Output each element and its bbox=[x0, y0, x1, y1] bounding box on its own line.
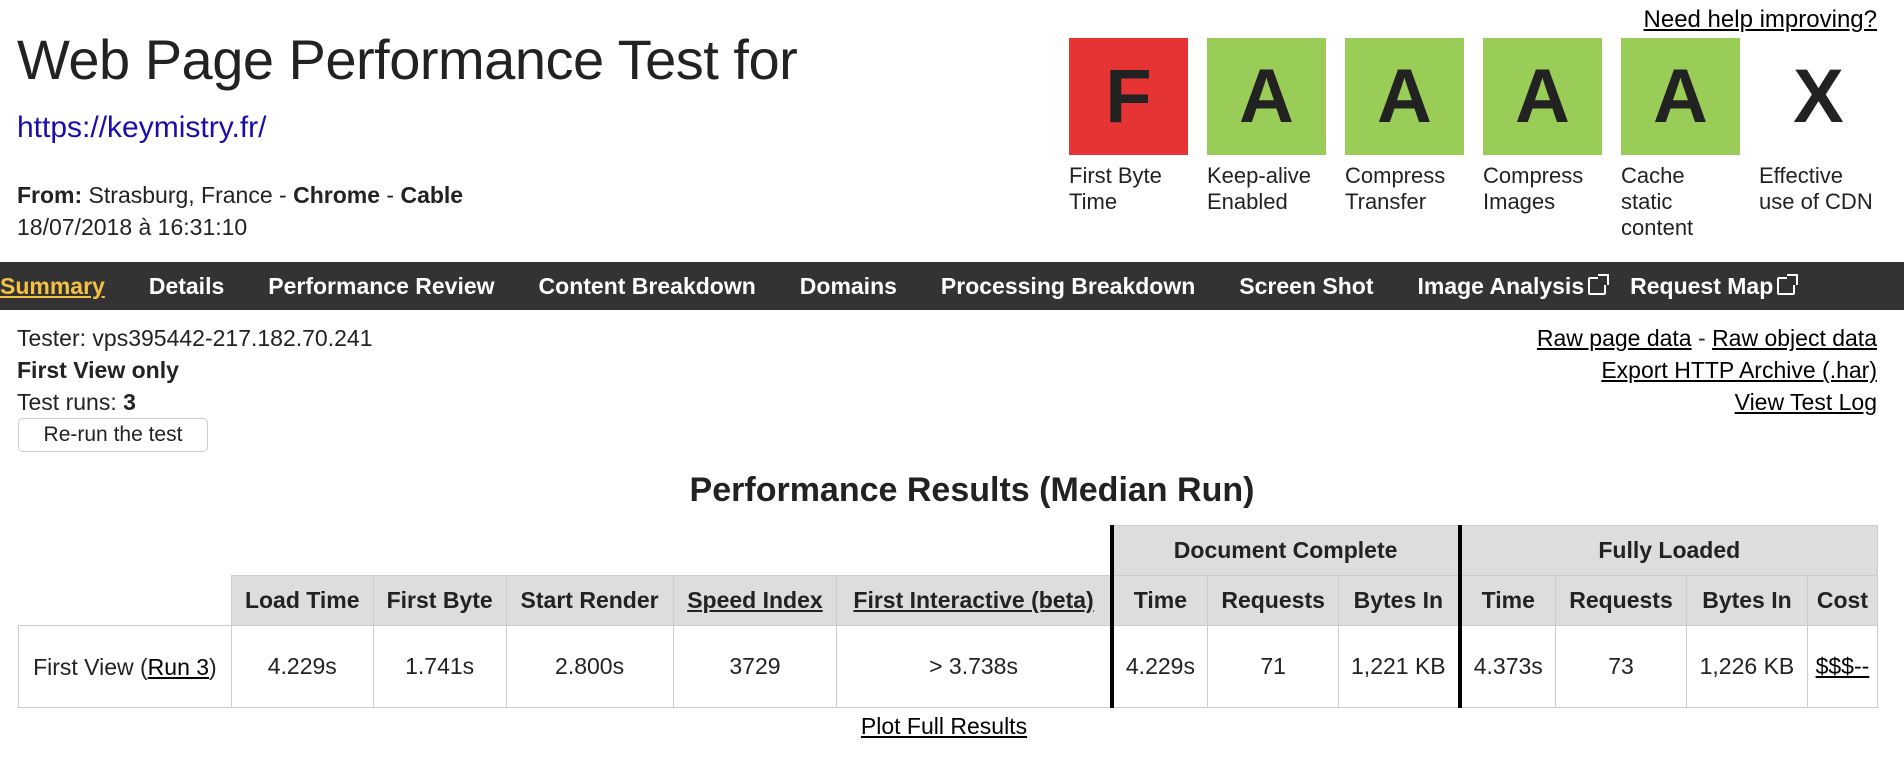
grade-label: Cache static content bbox=[1621, 163, 1694, 240]
row-label: First View (Run 3) bbox=[18, 625, 232, 708]
grade-label: First Byte Time bbox=[1069, 163, 1162, 214]
test-runs: Test runs: 3 bbox=[17, 386, 373, 418]
grade-compress-transfer[interactable]: A Compress Transfer bbox=[1345, 38, 1464, 215]
cell-dc-requests: 71 bbox=[1207, 625, 1340, 708]
grade-box: A bbox=[1207, 38, 1326, 155]
raw-data-links: Raw page data - Raw object data bbox=[1537, 322, 1877, 354]
test-date: 18/07/2018 à 16:31:10 bbox=[17, 214, 248, 240]
col-dc-requests: Requests bbox=[1207, 575, 1340, 626]
link-separator: - bbox=[1691, 325, 1713, 351]
grade-label: Keep-alive Enabled bbox=[1207, 163, 1311, 214]
tab-processing-breakdown[interactable]: Processing Breakdown bbox=[941, 273, 1195, 300]
tab-image-analysis[interactable]: Image Analysis bbox=[1417, 272, 1610, 300]
tester-info: Tester: vps395442-217.182.70.241 First V… bbox=[17, 322, 373, 418]
col-fl-bytes: Bytes In bbox=[1685, 575, 1808, 626]
row-label-suffix: ) bbox=[209, 653, 217, 680]
cell-dc-time: 4.229s bbox=[1109, 625, 1209, 708]
fully-loaded-header: Fully Loaded bbox=[1457, 525, 1878, 576]
col-dc-time: Time bbox=[1109, 575, 1209, 626]
view-mode: First View only bbox=[17, 357, 179, 383]
grade-box: F bbox=[1069, 38, 1188, 155]
group-header-row: Document Complete Fully Loaded bbox=[18, 525, 1878, 576]
from-label: From: bbox=[17, 182, 83, 208]
col-cost: Cost bbox=[1806, 575, 1879, 626]
col-first-byte: First Byte bbox=[372, 575, 507, 626]
col-load-time: Load Time bbox=[230, 575, 374, 626]
cell-first-byte: 1.741s bbox=[372, 625, 507, 708]
cell-dc-bytes: 1,221 KB bbox=[1338, 625, 1461, 708]
tab-details[interactable]: Details bbox=[149, 273, 224, 300]
cost-link[interactable]: $$$-- bbox=[1816, 653, 1870, 679]
runs-label: Test runs: bbox=[17, 389, 124, 415]
rerun-test-button[interactable]: Re-run the test bbox=[18, 418, 208, 452]
grade-label: Compress Transfer bbox=[1345, 163, 1446, 214]
cell-fl-requests: 73 bbox=[1555, 625, 1687, 708]
view-test-log-link[interactable]: View Test Log bbox=[1735, 389, 1877, 415]
tested-url-link[interactable]: https://keymistry.fr/ bbox=[17, 108, 266, 148]
separator: - bbox=[380, 182, 401, 208]
tester-name: Tester: vps395442-217.182.70.241 bbox=[17, 325, 373, 351]
tab-domains[interactable]: Domains bbox=[800, 273, 897, 300]
raw-page-data-link[interactable]: Raw page data bbox=[1537, 325, 1692, 351]
first-interactive-link[interactable]: First Interactive (beta) bbox=[853, 587, 1093, 613]
cell-start-render: 2.800s bbox=[505, 625, 674, 708]
grade-keep-alive[interactable]: A Keep-alive Enabled bbox=[1207, 38, 1326, 215]
col-speed-index[interactable]: Speed Index bbox=[672, 575, 838, 626]
location-text: Strasburg, France - bbox=[82, 182, 294, 208]
results-title: Performance Results (Median Run) bbox=[689, 471, 1255, 509]
col-start-render: Start Render bbox=[505, 575, 674, 626]
col-fl-time: Time bbox=[1457, 575, 1557, 626]
plot-full-results-link[interactable]: Plot Full Results bbox=[861, 713, 1027, 739]
grade-cdn[interactable]: X Effective use of CDN bbox=[1759, 38, 1878, 215]
speed-index-link[interactable]: Speed Index bbox=[687, 587, 822, 613]
tab-content-breakdown[interactable]: Content Breakdown bbox=[539, 273, 756, 300]
blank-header bbox=[18, 525, 1112, 576]
results-table: Document Complete Fully Loaded Load Time… bbox=[18, 525, 1879, 708]
connection-text: Cable bbox=[400, 182, 464, 208]
doc-complete-header: Document Complete bbox=[1109, 525, 1461, 576]
test-location: From: Strasburg, France - Chrome - Cable bbox=[17, 180, 463, 210]
browser-text: Chrome bbox=[293, 182, 380, 208]
grade-box: X bbox=[1759, 38, 1878, 155]
cell-first-interactive: > 3.738s bbox=[836, 625, 1113, 708]
tab-request-map[interactable]: Request Map bbox=[1630, 272, 1799, 300]
col-first-interactive[interactable]: First Interactive (beta) bbox=[836, 575, 1113, 626]
grade-cache-static[interactable]: A Cache static content bbox=[1621, 38, 1740, 241]
data-links: Raw page data - Raw object data Export H… bbox=[1537, 322, 1877, 418]
nav-bar: Summary Details Performance Review Conte… bbox=[0, 262, 1904, 310]
grade-label: Compress Images bbox=[1483, 163, 1584, 214]
help-improving-link[interactable]: Need help improving? bbox=[1644, 4, 1877, 36]
grade-first-byte-time[interactable]: F First Byte Time bbox=[1069, 38, 1188, 215]
runs-value: 3 bbox=[123, 389, 136, 415]
tab-label: Request Map bbox=[1630, 272, 1774, 299]
run-3-link[interactable]: Run 3 bbox=[148, 654, 209, 680]
page-title: Web Page Performance Test for bbox=[17, 28, 798, 91]
table-row: First View (Run 3) 4.229s 1.741s 2.800s … bbox=[18, 625, 1879, 708]
cell-fl-bytes: 1,226 KB bbox=[1685, 625, 1808, 708]
raw-object-data-link[interactable]: Raw object data bbox=[1712, 325, 1877, 351]
grade-label: Effective use of CDN bbox=[1759, 163, 1873, 214]
col-fl-requests: Requests bbox=[1555, 575, 1687, 626]
grade-box: A bbox=[1621, 38, 1740, 155]
column-header-row: Load Time First Byte Start Render Speed … bbox=[18, 575, 1879, 626]
grades-panel: F First Byte Time A Keep-alive Enabled A… bbox=[1069, 38, 1889, 248]
grade-box: A bbox=[1483, 38, 1602, 155]
col-dc-bytes: Bytes In bbox=[1338, 575, 1461, 626]
cell-load-time: 4.229s bbox=[230, 625, 374, 708]
row-label-prefix: First View ( bbox=[33, 653, 148, 680]
grade-compress-images[interactable]: A Compress Images bbox=[1483, 38, 1602, 215]
tab-label: Image Analysis bbox=[1417, 272, 1585, 299]
export-har-link[interactable]: Export HTTP Archive (.har) bbox=[1601, 357, 1877, 383]
cell-speed-index: 3729 bbox=[672, 625, 838, 708]
external-link-icon bbox=[1777, 274, 1799, 295]
tab-summary[interactable]: Summary bbox=[0, 273, 105, 300]
cell-cost[interactable]: $$$-- bbox=[1806, 625, 1879, 708]
external-link-icon bbox=[1588, 274, 1610, 295]
tab-screen-shot[interactable]: Screen Shot bbox=[1239, 273, 1373, 300]
cell-fl-time: 4.373s bbox=[1457, 625, 1557, 708]
blank-header bbox=[18, 575, 232, 626]
grade-box: A bbox=[1345, 38, 1464, 155]
tab-performance-review[interactable]: Performance Review bbox=[268, 273, 494, 300]
